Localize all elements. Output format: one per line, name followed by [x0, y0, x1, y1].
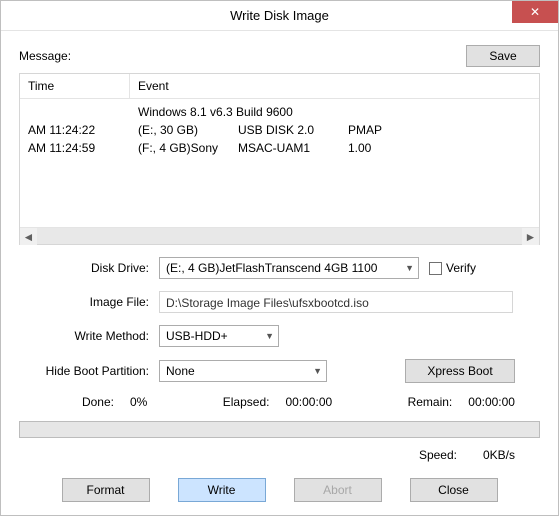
hide-boot-select[interactable]: None ▼ [159, 360, 327, 382]
chevron-down-icon: ▼ [313, 366, 322, 376]
hide-boot-value: None [166, 364, 195, 378]
write-method-select[interactable]: USB-HDD+ ▼ [159, 325, 279, 347]
log-event: (F:, 4 GB)Sony [138, 139, 238, 157]
disk-drive-value: (E:, 4 GB)JetFlashTranscend 4GB 1100 [166, 261, 377, 275]
log-event: (E:, 30 GB) [138, 121, 238, 139]
scroll-left-icon[interactable]: ◄ [20, 228, 37, 245]
horizontal-scrollbar[interactable]: ◄ ► [20, 227, 539, 244]
done-value: 0% [130, 395, 147, 409]
write-method-label: Write Method: [19, 329, 159, 343]
write-method-value: USB-HDD+ [166, 329, 228, 343]
log-event: Windows 8.1 v6.3 Build 9600 [138, 103, 293, 121]
log-row: Windows 8.1 v6.3 Build 9600 [20, 103, 539, 121]
done-label: Done: [19, 395, 114, 409]
message-log: Time Event Windows 8.1 v6.3 Build 9600 A… [19, 73, 540, 245]
remain-value: 00:00:00 [468, 395, 515, 409]
abort-button: Abort [294, 478, 382, 502]
log-time [20, 103, 130, 121]
column-time[interactable]: Time [20, 74, 130, 98]
image-file-label: Image File: [19, 295, 159, 309]
log-body: Windows 8.1 v6.3 Build 9600 AM 11:24:22 … [20, 99, 539, 227]
speed-label: Speed: [419, 448, 457, 462]
disk-drive-select[interactable]: (E:, 4 GB)JetFlashTranscend 4GB 1100 ▼ [159, 257, 419, 279]
xpress-boot-button[interactable]: Xpress Boot [405, 359, 515, 383]
speed-value: 0KB/s [483, 448, 515, 462]
window-close-button[interactable]: ✕ [512, 1, 558, 23]
window-title: Write Disk Image [1, 8, 558, 23]
remain-label: Remain: [408, 395, 453, 409]
elapsed-label: Elapsed: [223, 395, 270, 409]
save-button[interactable]: Save [466, 45, 540, 67]
close-button[interactable]: Close [410, 478, 498, 502]
column-event[interactable]: Event [130, 74, 539, 98]
log-event: MSAC-UAM1 [238, 139, 348, 157]
elapsed-value: 00:00:00 [285, 395, 332, 409]
verify-label: Verify [446, 261, 476, 275]
message-label: Message: [19, 49, 466, 63]
chevron-down-icon: ▼ [405, 263, 414, 273]
progress-bar [19, 421, 540, 438]
log-event: USB DISK 2.0 [238, 121, 348, 139]
titlebar: Write Disk Image ✕ [1, 1, 558, 31]
log-header: Time Event [20, 74, 539, 99]
close-icon: ✕ [530, 5, 540, 19]
scroll-track[interactable] [37, 228, 522, 244]
log-time: AM 11:24:59 [20, 139, 130, 157]
log-event: 1.00 [348, 139, 408, 157]
chevron-down-icon: ▼ [265, 331, 274, 341]
scroll-right-icon[interactable]: ► [522, 228, 539, 245]
log-row: AM 11:24:59 (F:, 4 GB)Sony MSAC-UAM1 1.0… [20, 139, 539, 157]
disk-drive-label: Disk Drive: [19, 261, 159, 275]
image-file-input[interactable]: D:\Storage Image Files\ufsxbootcd.iso [159, 291, 513, 313]
write-button[interactable]: Write [178, 478, 266, 502]
log-time: AM 11:24:22 [20, 121, 130, 139]
verify-checkbox[interactable] [429, 262, 442, 275]
log-event: PMAP [348, 121, 408, 139]
format-button[interactable]: Format [62, 478, 150, 502]
log-row: AM 11:24:22 (E:, 30 GB) USB DISK 2.0 PMA… [20, 121, 539, 139]
hide-boot-label: Hide Boot Partition: [19, 364, 159, 378]
